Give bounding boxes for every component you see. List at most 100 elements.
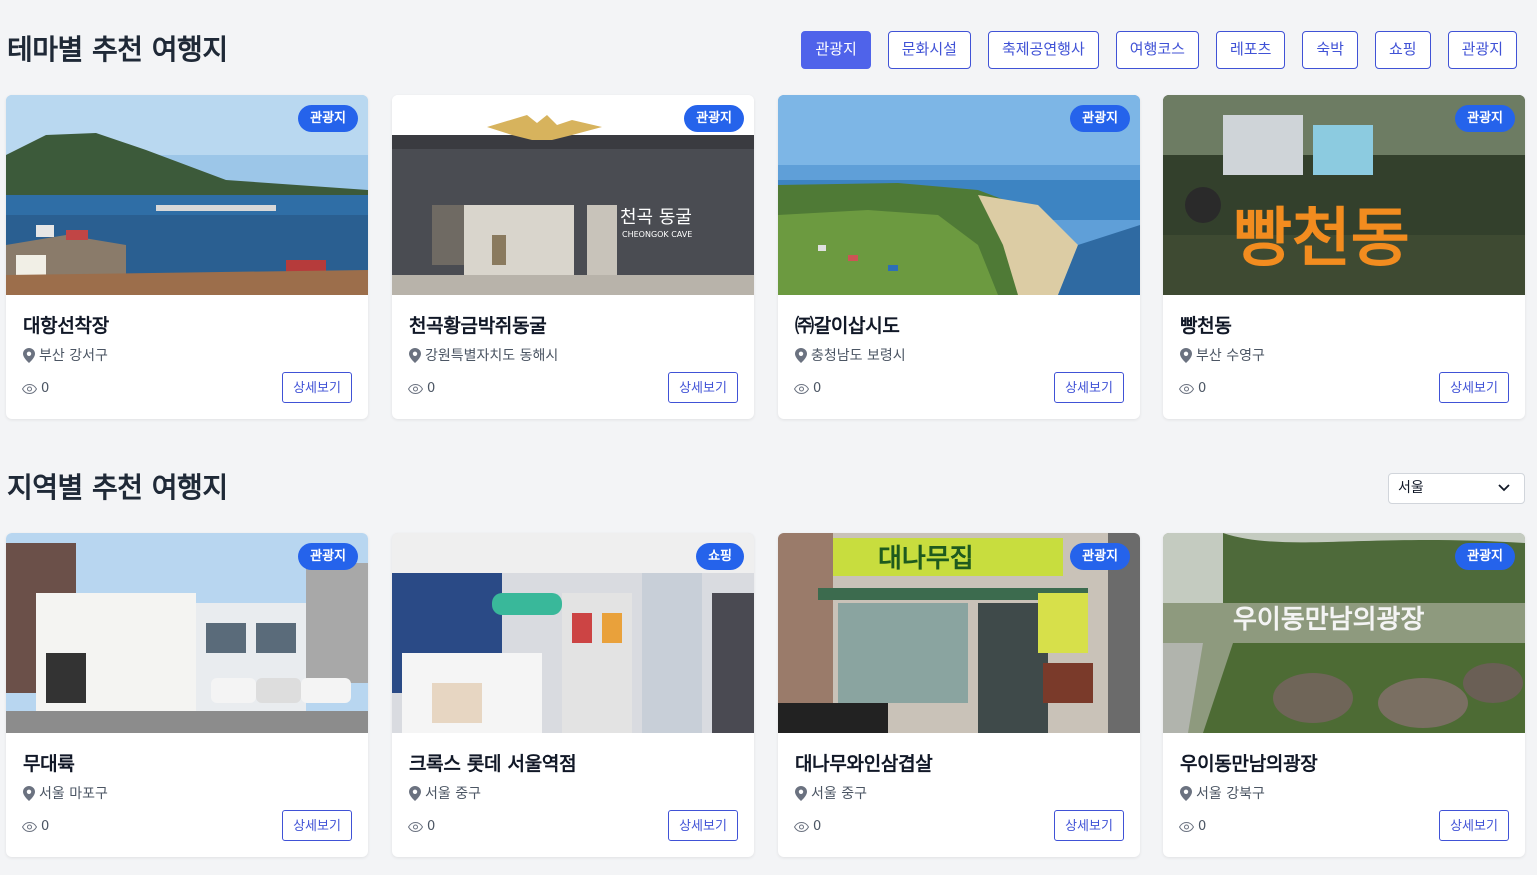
eye-icon (408, 383, 423, 394)
category-badge: 관광지 (684, 105, 744, 132)
place-card[interactable]: 빵천동 관광지 빵천동 부산 수영구 0 상세보기 (1163, 95, 1525, 419)
view-count: 0 (794, 819, 821, 834)
place-name: 대나무와인삼겹살 (795, 753, 933, 775)
place-image[interactable]: 빵천동 관광지 (1163, 95, 1525, 295)
category-badge: 관광지 (298, 105, 358, 132)
map-pin-icon (409, 785, 421, 801)
map-pin-icon (795, 785, 807, 801)
filter-travel-course[interactable]: 여행코스 (1115, 31, 1199, 69)
page: 테마별 추천 여행지 관광지 문화시설 축제공연행사 여행코스 레포츠 숙박 쇼… (0, 0, 1537, 875)
place-card[interactable]: 관광지 대항선착장 부산 강서구 0 상세보기 (6, 95, 368, 419)
category-badge: 관광지 (1070, 543, 1130, 570)
detail-button[interactable]: 상세보기 (1439, 372, 1509, 403)
chevron-down-icon (1498, 484, 1510, 492)
view-count: 0 (408, 381, 435, 396)
filter-tourist-spot[interactable]: 관광지 (801, 31, 871, 69)
place-card[interactable]: 천곡 동굴 CHEONGOK CAVE 관광지 천곡황금박쥐동굴 강원특별자치도… (392, 95, 754, 419)
detail-button[interactable]: 상세보기 (1439, 810, 1509, 841)
view-count-text: 0 (41, 381, 50, 396)
view-count-text: 0 (41, 819, 50, 834)
eye-icon (1179, 821, 1194, 832)
location-text: 서울 마포구 (39, 786, 108, 802)
view-count: 0 (794, 381, 821, 396)
map-pin-icon (1180, 347, 1192, 363)
detail-button[interactable]: 상세보기 (1054, 372, 1124, 403)
place-location: 서울 중구 (409, 783, 481, 803)
place-image[interactable]: 우이동만남의광장 관광지 (1163, 533, 1525, 733)
region-select[interactable]: 서울 (1388, 473, 1525, 504)
eye-icon (794, 383, 809, 394)
place-name: 우이동만남의광장 (1180, 753, 1318, 775)
place-name: 천곡황금박쥐동굴 (409, 315, 547, 337)
place-card[interactable]: 관광지 무대륙 서울 마포구 0 상세보기 (6, 533, 368, 857)
filter-shopping[interactable]: 쇼핑 (1374, 31, 1431, 69)
map-pin-icon (23, 785, 35, 801)
place-card[interactable]: 쇼핑 크록스 롯데 서울역점 서울 중구 0 상세보기 (392, 533, 754, 857)
place-card[interactable]: 우이동만남의광장 관광지 우이동만남의광장 서울 강북구 0 상세보기 (1163, 533, 1525, 857)
category-badge: 관광지 (1455, 105, 1515, 132)
place-name: 대항선착장 (23, 315, 109, 337)
category-badge: 관광지 (1070, 105, 1130, 132)
place-name: 무대륙 (23, 753, 75, 775)
location-text: 서울 강북구 (1196, 786, 1265, 802)
map-pin-icon (409, 347, 421, 363)
theme-section-title: 테마별 추천 여행지 (7, 33, 228, 66)
location-text: 서울 중구 (811, 786, 867, 802)
eye-icon (794, 821, 809, 832)
region-select-value: 서울 (1398, 480, 1424, 496)
map-pin-icon (23, 347, 35, 363)
filter-leisure[interactable]: 레포츠 (1215, 31, 1286, 69)
view-count-text: 0 (1198, 381, 1207, 396)
view-count: 0 (1179, 819, 1206, 834)
eye-icon (1179, 383, 1194, 394)
place-image[interactable]: 관광지 (6, 95, 368, 295)
cave-sign-sub: CHEONGOK CAVE (622, 230, 692, 239)
category-badge: 관광지 (298, 543, 358, 570)
view-count: 0 (408, 819, 435, 834)
view-count-text: 0 (427, 819, 436, 834)
location-text: 충청남도 보령시 (811, 348, 906, 364)
place-image[interactable]: 천곡 동굴 CHEONGOK CAVE 관광지 (392, 95, 754, 295)
location-text: 서울 중구 (425, 786, 481, 802)
place-location: 서울 마포구 (23, 783, 108, 803)
place-location: 서울 강북구 (1180, 783, 1265, 803)
location-text: 부산 수영구 (1196, 348, 1265, 364)
place-location: 부산 수영구 (1180, 345, 1265, 365)
place-card[interactable]: 관광지 ㈜갈이삽시도 충청남도 보령시 0 상세보기 (778, 95, 1140, 419)
place-location: 부산 강서구 (23, 345, 108, 365)
detail-button[interactable]: 상세보기 (668, 372, 738, 403)
detail-button[interactable]: 상세보기 (668, 810, 738, 841)
place-card[interactable]: 대나무집 관광지 대나무와인삼겹살 서울 중구 0 상세보기 (778, 533, 1140, 857)
view-count: 0 (22, 381, 49, 396)
view-count-text: 0 (813, 819, 822, 834)
filter-lodging[interactable]: 숙박 (1302, 31, 1358, 69)
eye-icon (22, 821, 37, 832)
filter-tourist-spot-2[interactable]: 관광지 (1447, 31, 1517, 69)
detail-button[interactable]: 상세보기 (1054, 810, 1124, 841)
place-image[interactable]: 대나무집 관광지 (778, 533, 1140, 733)
category-badge: 관광지 (1455, 543, 1515, 570)
plaza-sign-text: 우이동만남의광장 (1233, 605, 1424, 635)
place-image[interactable]: 관광지 (6, 533, 368, 733)
category-badge: 쇼핑 (696, 543, 744, 570)
eye-icon (408, 821, 423, 832)
place-name: 빵천동 (1180, 315, 1232, 337)
eye-icon (22, 383, 37, 394)
restaurant-sign-text: 대나무집 (878, 544, 974, 574)
map-pin-icon (795, 347, 807, 363)
view-count: 0 (1179, 381, 1206, 396)
filter-festival[interactable]: 축제공연행사 (987, 31, 1099, 69)
bread-sign-text: 빵천동 (1233, 202, 1410, 276)
view-count-text: 0 (813, 381, 822, 396)
place-name: ㈜갈이삽시도 (795, 315, 900, 337)
place-location: 강원특별자치도 동해시 (409, 345, 558, 365)
place-image[interactable]: 쇼핑 (392, 533, 754, 733)
region-section-title: 지역별 추천 여행지 (7, 471, 228, 504)
detail-button[interactable]: 상세보기 (282, 372, 352, 403)
filter-culture[interactable]: 문화시설 (887, 31, 971, 69)
place-location: 서울 중구 (795, 783, 867, 803)
place-image[interactable]: 관광지 (778, 95, 1140, 295)
map-pin-icon (1180, 785, 1192, 801)
theme-filter-bar: 관광지 문화시설 축제공연행사 여행코스 레포츠 숙박 쇼핑 관광지 (801, 31, 1517, 69)
detail-button[interactable]: 상세보기 (282, 810, 352, 841)
